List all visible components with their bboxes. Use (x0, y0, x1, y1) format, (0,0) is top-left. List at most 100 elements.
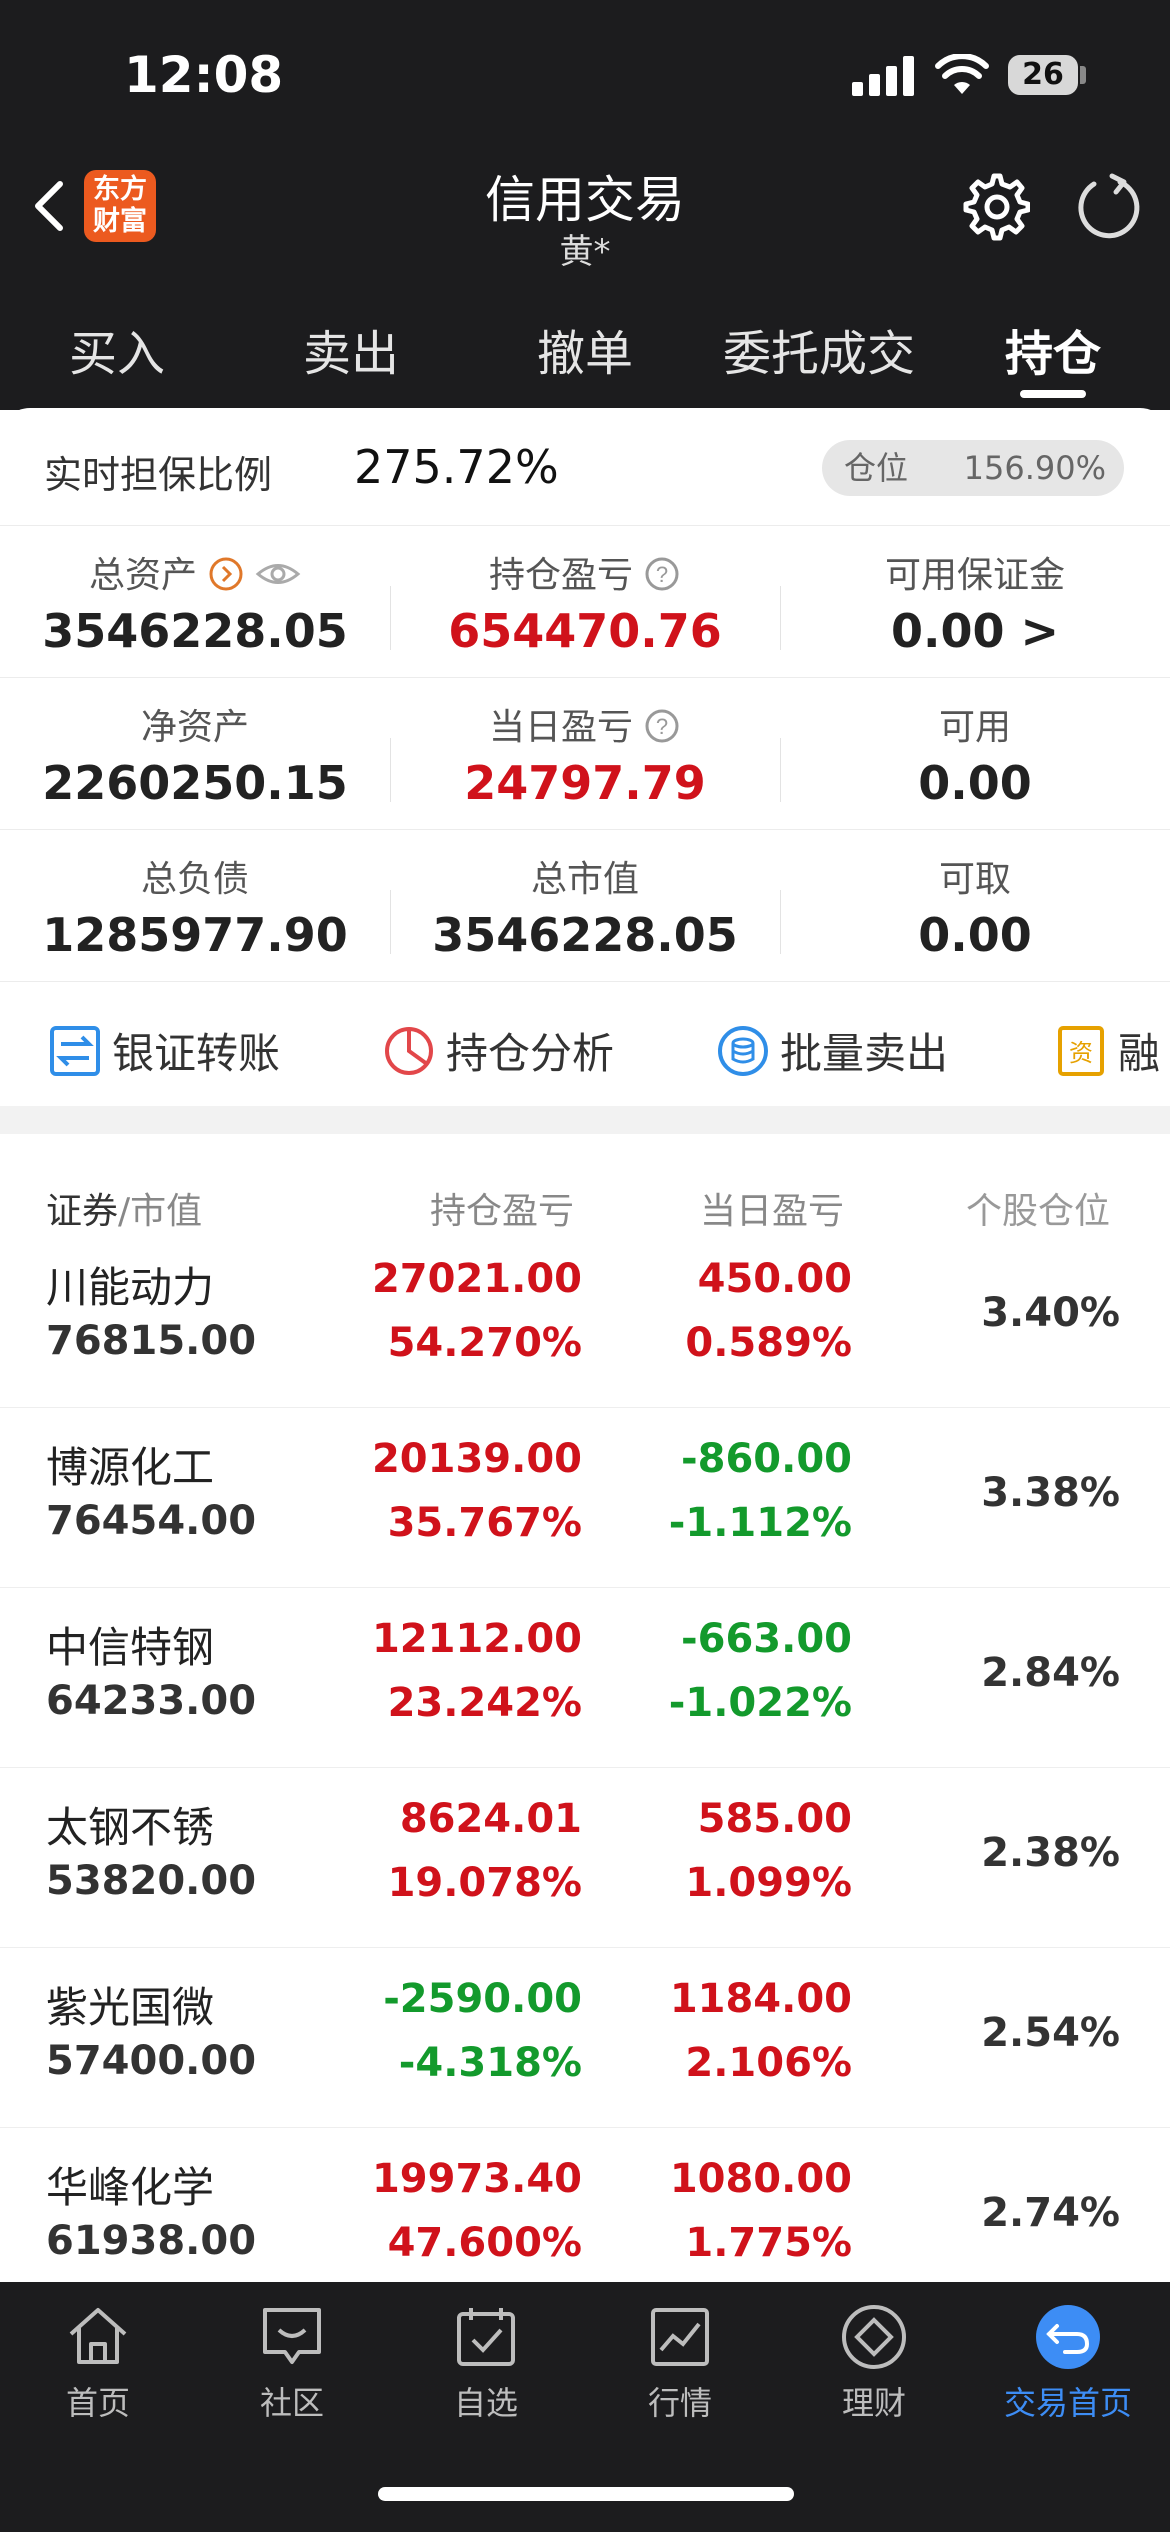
home-indicator (378, 2487, 794, 2501)
tab-sell[interactable]: 卖出 (234, 300, 468, 400)
margin-finance-label: 融 (1118, 1029, 1161, 1078)
holdings-analysis-button[interactable]: 持仓分析 (382, 1020, 614, 1081)
position-label: 仓位 (844, 449, 909, 487)
total-assets-value: 3546228.05 (42, 604, 348, 658)
holding-row[interactable]: 川能动力 76815.00 27021.00 54.270% 450.00 0.589% 3… (0, 1228, 1170, 1408)
summary-row-1: 总资产 3546228.05 持仓盈亏? 654470.76 可用保证金 0.0… (0, 526, 1170, 678)
holding-row[interactable]: 博源化工 76454.00 20139.00 35.767% -860.00 -1.112… (0, 1408, 1170, 1588)
nav-market[interactable]: 行情 (582, 2300, 778, 2424)
holding-pl-amount: 19973.40 (371, 2156, 582, 2202)
margin-finance-button[interactable]: 资融 (1054, 1020, 1160, 1081)
holdings-list: 川能动力 76815.00 27021.00 54.270% 450.00 0.589% 3… (0, 1228, 1170, 2308)
available-value: 0.00 (918, 756, 1032, 810)
daily-pl-cell: 当日盈亏? 24797.79 (390, 678, 780, 830)
bank-transfer-button[interactable]: 银证转账 (48, 1020, 280, 1081)
net-assets-value: 2260250.15 (42, 756, 348, 810)
holdings-panel: 实时担保比例 275.72% 仓位 156.90% 总资产 3546228.05… (0, 408, 1170, 2458)
holding-row[interactable]: 华峰化学 61938.00 19973.40 47.600% 1080.00 1.775%… (0, 2128, 1170, 2308)
stock-market-value: 76454.00 (46, 1498, 257, 1544)
refresh-icon[interactable] (1072, 172, 1142, 242)
voucher-icon: 资 (1058, 1026, 1104, 1076)
holding-pl-amount: 27021.00 (371, 1256, 582, 1302)
total-assets-label: 总资产 (88, 555, 197, 596)
quick-actions: 银证转账 持仓分析 批量卖出 资融 (0, 982, 1170, 1106)
total-market-value-label: 总市值 (530, 859, 639, 900)
available-margin-cell[interactable]: 可用保证金 0.00 > (780, 526, 1170, 678)
svg-text:?: ? (656, 714, 668, 739)
withdrawable-value: 0.00 (918, 908, 1032, 962)
available-cell: 可用 0.00 (780, 678, 1170, 830)
stock-name: 中信特钢 (46, 1623, 215, 1672)
stock-position-ratio: 2.74% (981, 2190, 1120, 2236)
nav-market-label: 行情 (647, 2384, 712, 2422)
net-assets-label: 净资产 (140, 707, 249, 748)
net-assets-cell: 净资产 2260250.15 (0, 678, 390, 830)
daily-pl-amount: 585.00 (697, 1796, 852, 1842)
stock-name: 川能动力 (46, 1263, 215, 1312)
stock-position-header[interactable]: 个股仓位 (966, 1182, 1110, 1234)
daily-pl-percent: 0.589% (685, 1320, 852, 1366)
withdrawable-cell: 可取 0.00 (780, 830, 1170, 982)
holding-pl-header[interactable]: 持仓盈亏 (430, 1182, 574, 1234)
gear-icon[interactable] (958, 170, 1030, 242)
nav-watchlist-label: 自选 (453, 2384, 518, 2422)
batch-sell-button[interactable]: 批量卖出 (716, 1020, 948, 1081)
holding-pl-percent: 23.242% (387, 1680, 582, 1726)
stock-name: 华峰化学 (46, 2163, 215, 2212)
holding-pl-value: 654470.76 (448, 604, 722, 658)
tab-cancel-order[interactable]: 撤单 (468, 300, 702, 400)
total-market-value-cell: 总市值 3546228.05 (390, 830, 780, 982)
holdings-analysis-label: 持仓分析 (446, 1029, 615, 1078)
holding-pl-percent: 19.078% (387, 1860, 582, 1906)
daily-pl-percent: -1.112% (668, 1500, 852, 1546)
guarantee-ratio-row: 实时担保比例 275.72% 仓位 156.90% (0, 408, 1170, 526)
question-icon[interactable]: ? (643, 555, 681, 593)
holding-row[interactable]: 中信特钢 64233.00 12112.00 23.242% -663.00 -1.022… (0, 1588, 1170, 1768)
svg-text:资: 资 (1069, 1039, 1093, 1067)
summary-row-3: 总负债 1285977.90 总市值 3546228.05 可取 0.00 (0, 830, 1170, 982)
nav-home[interactable]: 首页 (0, 2300, 196, 2424)
question-icon[interactable]: ? (643, 707, 681, 745)
position-badge: 仓位 156.90% (822, 440, 1124, 496)
nav-community[interactable]: 社区 (194, 2300, 390, 2424)
tab-buy[interactable]: 买入 (0, 300, 234, 400)
diamond-icon (842, 2305, 906, 2369)
daily-pl-header[interactable]: 当日盈亏 (700, 1182, 844, 1234)
nav-wealth[interactable]: 理财 (776, 2300, 972, 2424)
stock-market-value: 64233.00 (46, 1678, 257, 1724)
chart-icon (651, 2308, 709, 2366)
daily-pl-percent: 2.106% (685, 2040, 852, 2086)
stock-market-value: 61938.00 (46, 2218, 257, 2264)
nav-trade-home[interactable]: 交易首页 (970, 2300, 1166, 2424)
eye-icon[interactable] (255, 555, 301, 593)
nav-home-label: 首页 (65, 2384, 130, 2422)
tab-orders-deals[interactable]: 委托成交 (702, 300, 936, 400)
holding-pl-cell: 持仓盈亏? 654470.76 (390, 526, 780, 678)
trade-back-icon (1036, 2305, 1100, 2369)
battery-icon: 26 (1008, 55, 1078, 95)
nav-community-label: 社区 (259, 2384, 324, 2422)
daily-pl-percent: -1.022% (668, 1680, 852, 1726)
stock-position-ratio: 2.38% (981, 1830, 1120, 1876)
available-margin-label: 可用保证金 (884, 555, 1065, 596)
daily-pl-amount: -860.00 (681, 1436, 852, 1482)
holding-pl-percent: -4.318% (398, 2040, 582, 2086)
total-liability-value: 1285977.90 (42, 908, 348, 962)
holding-pl-amount: 20139.00 (371, 1436, 582, 1482)
daily-pl-amount: -663.00 (681, 1616, 852, 1662)
chat-icon (263, 2308, 321, 2364)
status-time: 12:08 (124, 46, 284, 104)
holding-pl-percent: 54.270% (387, 1320, 582, 1366)
total-liability-label: 总负债 (140, 859, 249, 900)
nav-watchlist[interactable]: 自选 (388, 2300, 584, 2424)
tab-holdings[interactable]: 持仓 (936, 300, 1170, 400)
wifi-icon (935, 54, 989, 94)
top-bar: 12:08 26 东方 财富 信用交易 黄* 买入 卖出 撤单 委托成交 持仓 (0, 0, 1170, 410)
chevron-circle-icon[interactable] (207, 555, 245, 593)
holding-row[interactable]: 太钢不锈 53820.00 8624.01 19.078% 585.00 1.099% 2.… (0, 1768, 1170, 1948)
section-divider (0, 1106, 1170, 1134)
holding-row[interactable]: 紫光国微 57400.00 -2590.00 -4.318% 1184.00 2.106%… (0, 1948, 1170, 2128)
security-header[interactable]: 证券/市值 (46, 1182, 202, 1234)
cellular-signal-icon (852, 56, 916, 96)
summary-row-2: 净资产 2260250.15 当日盈亏? 24797.79 可用 0.00 (0, 678, 1170, 830)
